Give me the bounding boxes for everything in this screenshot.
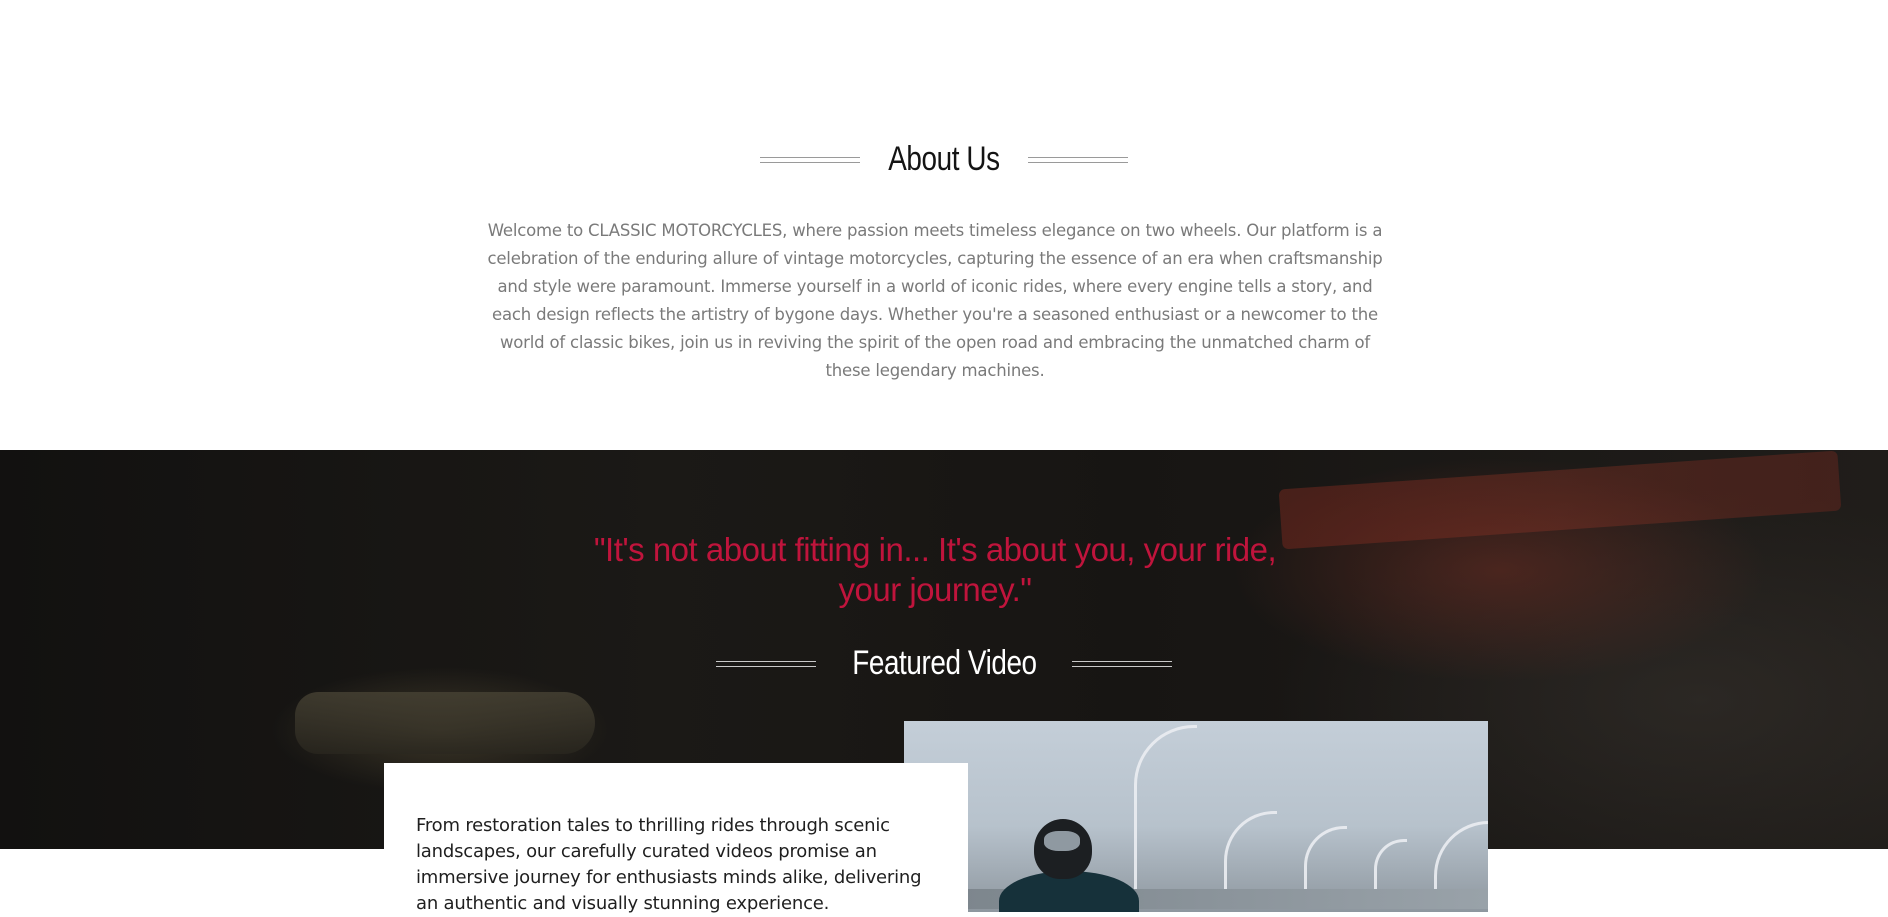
featured-video[interactable] <box>904 721 1488 912</box>
tool-rack-image <box>1278 450 1842 550</box>
heading-divider-right <box>1027 156 1128 163</box>
about-heading: About Us <box>0 140 1888 179</box>
heading-divider-right <box>1072 660 1173 667</box>
featured-quote: "It's not about fitting in... It's about… <box>593 531 1277 608</box>
drill-image <box>295 692 595 754</box>
featured-heading: Featured Video <box>0 644 1888 683</box>
heading-divider-left <box>760 156 861 163</box>
featured-text-card: From restoration tales to thrilling ride… <box>384 763 968 914</box>
about-section: About Us Welcome to CLASSIC MOTORCYCLES,… <box>0 0 1888 450</box>
about-title: About Us <box>888 140 1000 178</box>
about-description: Welcome to CLASSIC MOTORCYCLES, where pa… <box>487 220 1383 380</box>
heading-divider-left <box>715 660 816 667</box>
helmet-visor <box>1044 831 1080 851</box>
bridge-arch <box>1134 725 1197 898</box>
featured-title: Featured Video <box>851 644 1037 682</box>
featured-description: From restoration tales to thrilling ride… <box>416 815 922 914</box>
